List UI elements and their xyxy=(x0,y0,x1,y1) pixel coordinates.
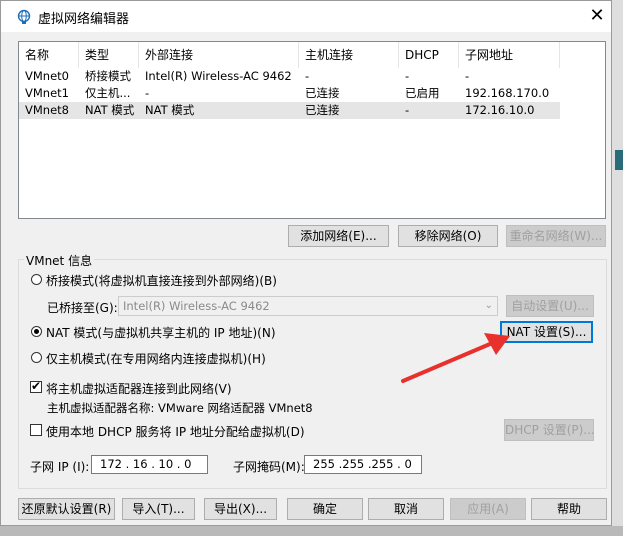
export-button[interactable]: 导出(X)... xyxy=(204,498,277,520)
subnet-ip-input[interactable]: 172 . 16 . 10 . 0 xyxy=(91,455,208,474)
subnet-mask-input[interactable]: 255 .255 .255 . 0 xyxy=(304,455,422,474)
background-desktop xyxy=(612,0,623,536)
nat-mode-label[interactable]: NAT 模式(与虚拟机共享主机的 IP 地址)(N) xyxy=(46,324,276,341)
bridged-to-label: 已桥接至(G): xyxy=(47,301,118,315)
ok-button[interactable]: 确定 xyxy=(287,498,363,520)
subnet-ip-label: 子网 IP (I): xyxy=(30,460,90,474)
apply-button[interactable]: 应用(A) xyxy=(450,498,526,520)
close-icon[interactable]: ✕ xyxy=(584,3,610,29)
radio-selected-dot xyxy=(34,329,39,334)
connect-adapter-checkbox[interactable]: ✔ xyxy=(30,379,42,393)
list-header: 名称 类型 外部连接 主机连接 DHCP 子网地址 xyxy=(19,42,605,68)
subnet-mask-label: 子网掩码(M): xyxy=(233,460,305,474)
cell-host: 已连接 xyxy=(305,86,340,100)
cell-host: - xyxy=(305,69,310,83)
cell-dhcp: 已启用 xyxy=(405,86,440,100)
help-button[interactable]: 帮助 xyxy=(531,498,607,520)
virtual-network-editor-window: 虚拟网络编辑器 ✕ 名称 类型 外部连接 主机连接 DHCP 子网地址 VMne… xyxy=(0,0,612,526)
column-header-dhcp[interactable]: DHCP xyxy=(399,42,459,68)
background-desktop-accent xyxy=(615,150,623,170)
cell-subnet: - xyxy=(465,69,470,83)
cell-subnet: 192.168.170.0 xyxy=(465,86,550,100)
cell-dhcp: - xyxy=(405,103,410,117)
bridged-to-select[interactable]: Intel(R) Wireless-AC 9462 ⌄ xyxy=(118,296,498,316)
cell-type: 仅主机... xyxy=(85,86,131,100)
network-list[interactable]: 名称 类型 外部连接 主机连接 DHCP 子网地址 VMnet0 桥接模式 In… xyxy=(18,41,606,219)
cell-name: VMnet8 xyxy=(25,103,69,117)
cell-external: Intel(R) Wireless-AC 9462 xyxy=(145,69,292,83)
rename-network-button[interactable]: 重命名网络(W)... xyxy=(506,225,606,247)
nat-mode-radio[interactable] xyxy=(31,326,42,337)
column-header-subnet[interactable]: 子网地址 xyxy=(459,42,560,68)
cell-type: NAT 模式 xyxy=(85,103,135,117)
globe-network-icon xyxy=(17,9,31,24)
remove-network-button[interactable]: 移除网络(O) xyxy=(398,225,498,247)
cancel-button[interactable]: 取消 xyxy=(368,498,444,520)
cell-dhcp: - xyxy=(405,69,410,83)
add-network-button[interactable]: 添加网络(E)... xyxy=(288,225,389,247)
import-button[interactable]: 导入(T)... xyxy=(122,498,195,520)
background-taskbar-strip xyxy=(0,526,623,536)
bridge-mode-radio[interactable] xyxy=(31,274,42,285)
chevron-down-icon: ⌄ xyxy=(484,300,493,311)
dhcp-settings-button[interactable]: DHCP 设置(P)... xyxy=(504,419,595,441)
connect-adapter-label[interactable]: 将主机虚拟适配器连接到此网络(V) xyxy=(46,380,232,397)
cell-external: NAT 模式 xyxy=(145,103,195,117)
local-dhcp-label[interactable]: 使用本地 DHCP 服务将 IP 地址分配给虚拟机(D) xyxy=(46,423,305,440)
column-header-name[interactable]: 名称 xyxy=(19,42,79,68)
adapter-name-text: 主机虚拟适配器名称: VMware 网络适配器 VMnet8 xyxy=(47,401,313,415)
cell-subnet: 172.16.10.0 xyxy=(465,103,535,117)
cell-type: 桥接模式 xyxy=(85,69,131,83)
bridged-to-value: Intel(R) Wireless-AC 9462 xyxy=(123,299,270,313)
host-only-radio[interactable] xyxy=(31,352,42,363)
table-row-selected[interactable]: VMnet8 NAT 模式 NAT 模式 已连接 - 172.16.10.0 xyxy=(19,102,560,119)
vmnet-info-label: VMnet 信息 xyxy=(24,252,95,269)
checkmark-icon: ✔ xyxy=(31,379,42,393)
column-header-type[interactable]: 类型 xyxy=(79,42,139,68)
column-header-host[interactable]: 主机连接 xyxy=(299,42,399,68)
window-title: 虚拟网络编辑器 xyxy=(38,12,130,27)
host-only-label[interactable]: 仅主机模式(在专用网络内连接虚拟机)(H) xyxy=(46,350,266,367)
cell-name: VMnet1 xyxy=(25,86,69,100)
nat-settings-button[interactable]: NAT 设置(S)... xyxy=(500,321,593,343)
table-row[interactable]: VMnet0 桥接模式 Intel(R) Wireless-AC 9462 - … xyxy=(19,68,560,85)
auto-settings-button[interactable]: 自动设置(U)... xyxy=(506,295,594,317)
cell-host: 已连接 xyxy=(305,103,340,117)
bridge-mode-label[interactable]: 桥接模式(将虚拟机直接连接到外部网络)(B) xyxy=(46,272,277,289)
table-row[interactable]: VMnet1 仅主机... - 已连接 已启用 192.168.170.0 xyxy=(19,85,560,102)
local-dhcp-checkbox[interactable] xyxy=(30,424,42,436)
title-bar: 虚拟网络编辑器 ✕ xyxy=(1,1,611,32)
restore-defaults-button[interactable]: 还原默认设置(R) xyxy=(18,498,115,520)
cell-external: - xyxy=(145,86,150,100)
column-header-external[interactable]: 外部连接 xyxy=(139,42,299,68)
cell-name: VMnet0 xyxy=(25,69,69,83)
